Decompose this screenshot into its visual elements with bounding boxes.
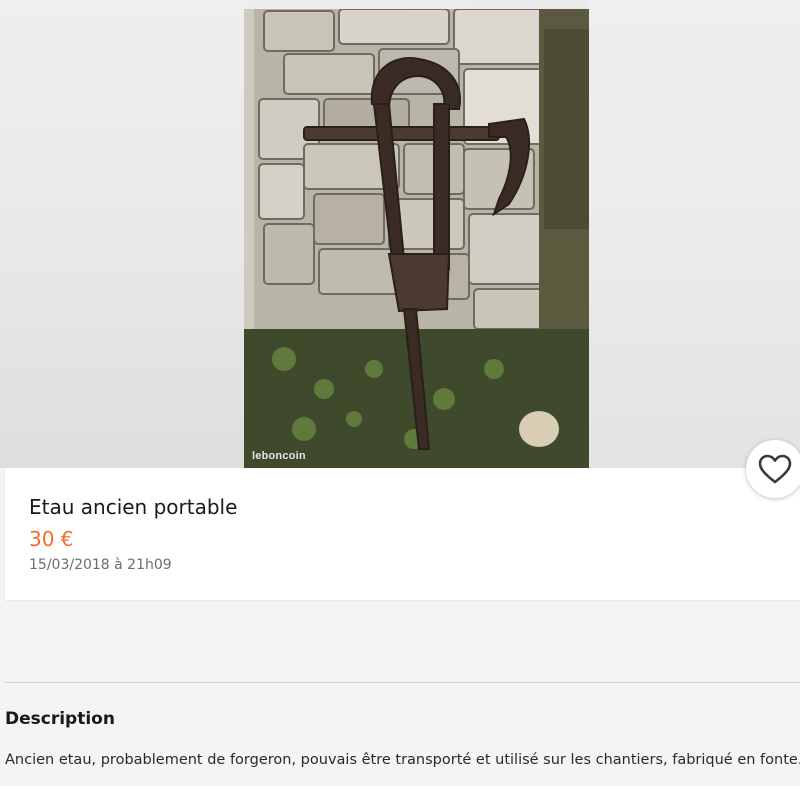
listing-title: Etau ancien portable bbox=[29, 495, 238, 519]
description-text: Ancien etau, probablement de forgeron, p… bbox=[5, 752, 800, 768]
favorite-button[interactable] bbox=[746, 440, 800, 498]
vise-photo-illustration bbox=[244, 9, 589, 468]
listing-image-gallery[interactable]: leboncoin bbox=[0, 0, 800, 468]
listing-date: 15/03/2018 à 21h09 bbox=[29, 557, 172, 573]
section-divider bbox=[5, 682, 800, 683]
listing-info-card: Etau ancien portable 30 € 15/03/2018 à 2… bbox=[5, 468, 800, 600]
image-watermark: leboncoin bbox=[252, 450, 306, 462]
listing-price: 30 € bbox=[29, 527, 74, 551]
description-heading: Description bbox=[5, 709, 115, 729]
listing-photo[interactable]: leboncoin bbox=[244, 9, 589, 468]
heart-outline-icon bbox=[758, 454, 792, 484]
listing-page: leboncoin Etau ancien portable 30 € 15/0… bbox=[0, 0, 800, 786]
